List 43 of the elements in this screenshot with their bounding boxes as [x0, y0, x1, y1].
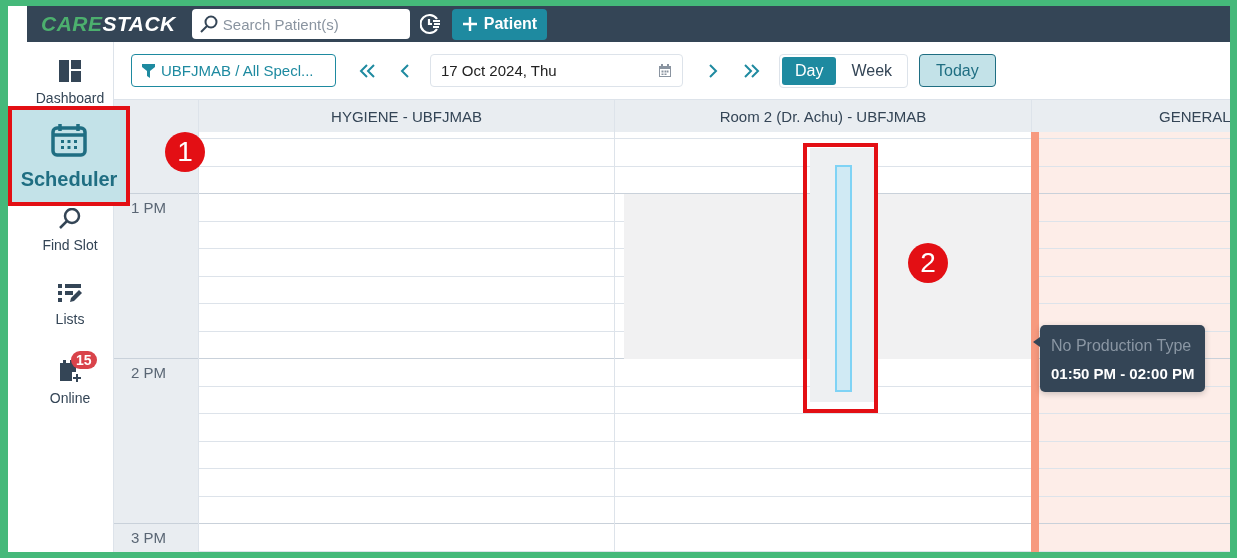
- sidebar-item[interactable]: Lists: [55, 281, 85, 327]
- sidebar-label: Dashboard: [35, 89, 105, 106]
- list-icon: [57, 281, 83, 304]
- filter-icon: [142, 63, 155, 78]
- tooltip-time: 01:50 PM - 02:00 PM: [1051, 365, 1195, 382]
- chevron-right-icon: [708, 62, 718, 79]
- plus-icon: [461, 16, 478, 32]
- tooltip-title: No Production Type: [1051, 337, 1193, 355]
- calendar-icon: [658, 63, 672, 78]
- time-label: 3 PM: [131, 529, 166, 546]
- view-tab[interactable]: Day: [782, 56, 837, 85]
- double-chevron-right-icon: [743, 62, 761, 79]
- search-field[interactable]: Search Patient(s): [191, 9, 410, 39]
- sidebar-item[interactable]: Scheduler: [8, 106, 130, 206]
- double-chevron-left-icon: [358, 62, 376, 79]
- sidebar-item[interactable]: Dashboard: [35, 58, 105, 106]
- sidebar-label: Find Slot: [42, 236, 98, 253]
- sidebar-label: Scheduler: [20, 167, 118, 191]
- sidebar-item[interactable]: Find Slot: [42, 207, 98, 253]
- search-icon: [199, 15, 218, 33]
- today-button[interactable]: Today: [919, 54, 996, 87]
- search-icon: [58, 207, 82, 230]
- filter-button[interactable]: UBFJMAB / All Specl...: [131, 54, 336, 87]
- sidebar-label: Lists: [55, 310, 85, 327]
- chevron-left-icon: [400, 62, 410, 79]
- sidebar-item[interactable]: 15 Online: [35, 350, 105, 406]
- sidebar-label: Online: [49, 390, 91, 406]
- first-page-button[interactable]: [358, 62, 376, 79]
- last-page-button[interactable]: [743, 62, 761, 79]
- column-header: GENERAL: [1159, 107, 1230, 125]
- column-header: HYGIENE - UBFJMAB: [331, 107, 482, 125]
- previous-button[interactable]: [400, 62, 410, 79]
- dashboard-icon: [58, 58, 82, 83]
- app-logo: CARESTACK: [41, 12, 176, 36]
- count-badge: 15: [71, 351, 97, 369]
- calendar-icon: [50, 121, 88, 158]
- column-header: Room 2 (Dr. Achu) - UBFJMAB: [719, 107, 927, 125]
- time-label: 2 PM: [131, 364, 166, 381]
- date-field[interactable]: 17 Oct 2024, Thu: [430, 54, 683, 87]
- time-label: 1 PM: [131, 199, 166, 216]
- next-button[interactable]: [708, 62, 718, 79]
- add-patient-button[interactable]: Patient: [451, 8, 548, 40]
- menu-clock-icon[interactable]: [419, 13, 442, 35]
